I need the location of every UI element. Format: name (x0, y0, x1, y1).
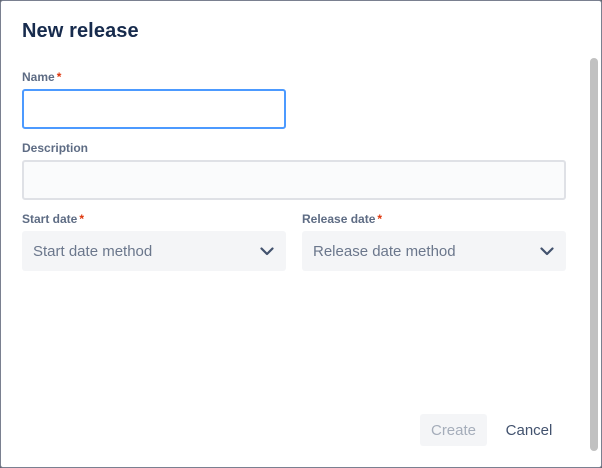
name-label: Name * (22, 70, 61, 84)
scrollbar-thumb[interactable] (590, 58, 598, 451)
chevron-down-icon (540, 244, 554, 258)
chevron-down-icon (260, 244, 274, 258)
start-date-required-mark: * (79, 212, 85, 226)
create-button[interactable]: Create (420, 414, 487, 446)
release-date-select[interactable]: Release date method (302, 231, 566, 271)
start-date-label-text: Start date (22, 212, 78, 226)
start-date-select-value: Start date method (33, 242, 153, 260)
name-input[interactable] (22, 89, 286, 129)
release-date-required-mark: * (377, 212, 383, 226)
name-label-text: Name (22, 70, 55, 84)
description-input[interactable] (22, 160, 566, 200)
new-release-dialog: New release Name * Description Start date… (0, 0, 602, 468)
release-date-label: Release date * (302, 212, 382, 226)
start-date-label: Start date * (22, 212, 84, 226)
name-required-mark: * (56, 70, 62, 84)
description-label: Description (22, 141, 89, 155)
start-date-select[interactable]: Start date method (22, 231, 286, 271)
cancel-button[interactable]: Cancel (495, 414, 563, 446)
release-date-label-text: Release date (302, 212, 376, 226)
dialog-title: New release (22, 20, 139, 42)
release-date-select-value: Release date method (313, 242, 456, 260)
